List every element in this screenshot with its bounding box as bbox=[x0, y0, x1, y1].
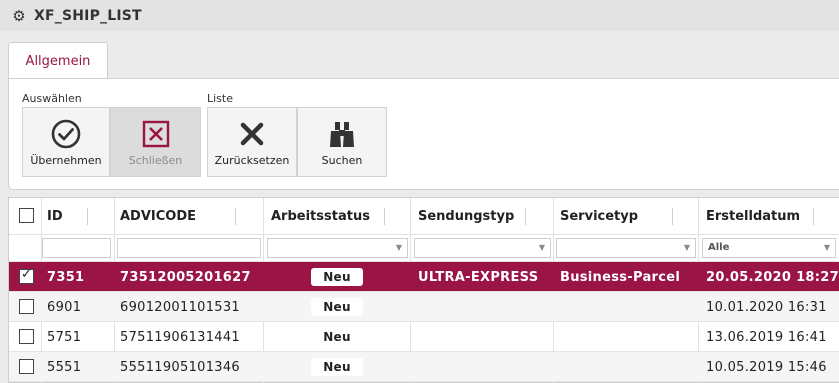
ribbon-toolbar: Auswählen Liste Übernehmen Schließen Zur… bbox=[8, 78, 839, 190]
row-checkbox[interactable] bbox=[19, 329, 34, 344]
cell-erstelldatum: 13.06.2019 16:41 bbox=[706, 329, 827, 345]
uebernehmen-button[interactable]: Übernehmen bbox=[22, 107, 110, 177]
cell-erstelldatum: 20.05.2020 18:27 bbox=[706, 269, 839, 285]
cell-advicode: 73512005201627 bbox=[120, 269, 251, 285]
filter-erstelldatum-select[interactable]: Alle ▼ bbox=[702, 238, 836, 258]
title-bar: ⚙ XF_SHIP_LIST bbox=[0, 0, 839, 31]
column-header-arbeitsstatus[interactable]: Arbeitsstatus bbox=[271, 198, 370, 234]
schliessen-button[interactable]: Schließen bbox=[110, 107, 201, 177]
table-row[interactable]: 7351 73512005201627 Neu ULTRA-EXPRESS Bu… bbox=[9, 262, 839, 292]
column-header-sendungstyp[interactable]: Sendungstyp bbox=[418, 198, 514, 234]
cell-erstelldatum: 10.05.2019 15:46 bbox=[706, 359, 827, 375]
cell-id: 6901 bbox=[47, 299, 82, 315]
zuruecksetzen-button[interactable]: Zurücksetzen bbox=[207, 107, 297, 177]
cell-arbeitsstatus: Neu bbox=[267, 292, 407, 322]
table-row[interactable]: 5751 57511906131441 Neu 13.06.2019 16:41 bbox=[9, 322, 839, 352]
status-badge: Neu bbox=[311, 358, 363, 376]
binoculars-icon bbox=[330, 122, 354, 147]
cell-advicode: 57511906131441 bbox=[120, 329, 240, 345]
cell-id: 5551 bbox=[47, 359, 82, 375]
filter-arbeitsstatus-select[interactable]: ▼ bbox=[267, 238, 408, 258]
cell-arbeitsstatus: Neu bbox=[267, 352, 407, 382]
column-header-servicetyp[interactable]: Servicetyp bbox=[560, 198, 638, 234]
status-badge: Neu bbox=[311, 298, 363, 316]
cell-servicetyp: Business-Parcel bbox=[560, 269, 681, 285]
header-separator bbox=[525, 208, 526, 225]
row-checkbox[interactable] bbox=[19, 299, 34, 314]
group-label-auswaehlen: Auswählen bbox=[22, 92, 82, 105]
chevron-down-icon: ▼ bbox=[538, 243, 545, 252]
header-separator bbox=[384, 208, 385, 225]
status-badge: Neu bbox=[311, 268, 363, 286]
tab-label: Allgemein bbox=[25, 54, 91, 69]
column-header-erstelldatum[interactable]: Erstelldatum bbox=[706, 198, 800, 234]
schliessen-label: Schließen bbox=[128, 154, 183, 167]
chevron-down-icon: ▼ bbox=[823, 243, 830, 252]
column-header-advicode[interactable]: ADVICODE bbox=[120, 198, 196, 234]
suchen-label: Suchen bbox=[321, 154, 363, 167]
column-header-id[interactable]: ID bbox=[47, 198, 63, 234]
status-badge: Neu bbox=[311, 328, 363, 346]
cell-arbeitsstatus: Neu bbox=[267, 322, 407, 352]
zuruecksetzen-label: Zurücksetzen bbox=[214, 154, 290, 167]
header-separator bbox=[813, 208, 814, 225]
filter-row: ▼ ▼ ▼ Alle ▼ bbox=[9, 234, 839, 262]
tab-allgemein[interactable]: Allgemein bbox=[8, 42, 108, 80]
cell-id: 5751 bbox=[47, 329, 82, 345]
cell-advicode: 55511905101346 bbox=[120, 359, 240, 375]
cell-advicode: 69012001101531 bbox=[120, 299, 240, 315]
cell-sendungstyp: ULTRA-EXPRESS bbox=[418, 269, 539, 285]
suchen-button[interactable]: Suchen bbox=[297, 107, 387, 177]
chevron-down-icon: ▼ bbox=[395, 243, 402, 252]
header-separator bbox=[235, 208, 236, 225]
filter-erstelldatum-value: Alle bbox=[708, 242, 730, 253]
header-separator bbox=[87, 208, 88, 225]
close-box-icon bbox=[142, 120, 169, 148]
cell-erstelldatum: 10.01.2020 16:31 bbox=[706, 299, 827, 315]
app-cog-icon: ⚙ bbox=[12, 6, 26, 25]
window-title: XF_SHIP_LIST bbox=[34, 7, 142, 24]
x-icon bbox=[240, 122, 264, 146]
row-checkbox[interactable] bbox=[19, 267, 34, 284]
filter-sendungstyp-select[interactable]: ▼ bbox=[414, 238, 551, 258]
cell-id: 7351 bbox=[47, 269, 85, 285]
filter-advicode-input[interactable] bbox=[117, 238, 261, 258]
check-circle-icon bbox=[51, 119, 81, 149]
table-row[interactable]: 6901 69012001101531 Neu 10.01.2020 16:31 bbox=[9, 292, 839, 322]
group-label-liste: Liste bbox=[207, 92, 233, 105]
ship-list-grid: ID ADVICODE Arbeitsstatus Sendungstyp Se… bbox=[8, 197, 839, 383]
table-row[interactable]: 5551 55511905101346 Neu 10.05.2019 15:46 bbox=[9, 352, 839, 382]
cell-arbeitsstatus: Neu bbox=[267, 262, 407, 292]
tab-bar: Allgemein bbox=[0, 31, 839, 80]
row-checkbox[interactable] bbox=[19, 359, 34, 374]
header-separator bbox=[672, 208, 673, 225]
filter-servicetyp-select[interactable]: ▼ bbox=[556, 238, 696, 258]
uebernehmen-label: Übernehmen bbox=[30, 154, 102, 167]
select-all-checkbox[interactable] bbox=[19, 208, 34, 223]
chevron-down-icon: ▼ bbox=[683, 243, 690, 252]
filter-id-input[interactable] bbox=[42, 238, 111, 258]
